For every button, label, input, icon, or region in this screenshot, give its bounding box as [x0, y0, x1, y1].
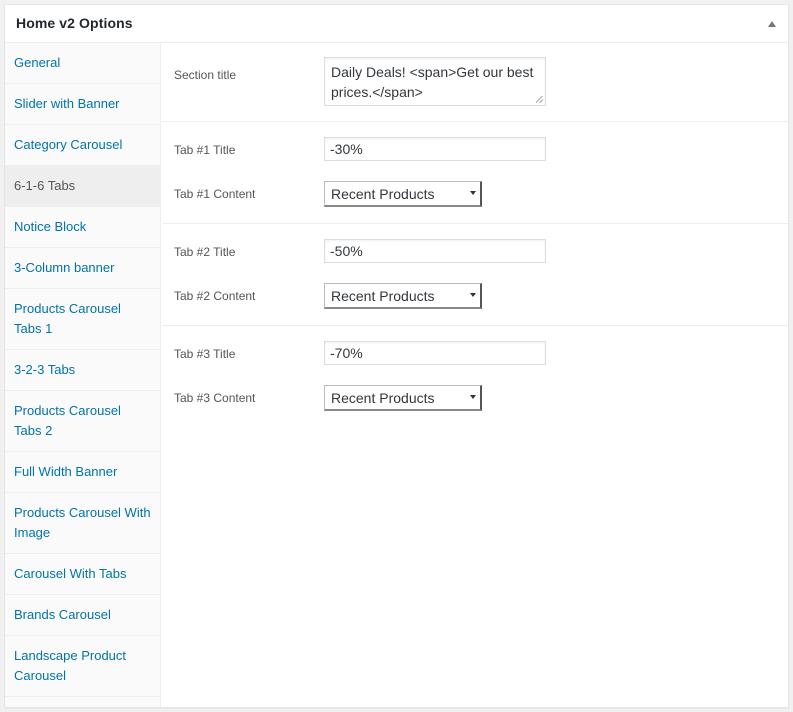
tab-3-2-3-tabs[interactable]: 3-2-3 Tabs — [5, 350, 160, 391]
chevron-down-icon — [470, 395, 476, 399]
tab-category-carousel[interactable]: Category Carousel — [5, 125, 160, 166]
collapse-arrow-icon[interactable] — [768, 21, 776, 27]
tab-landscape-product-carousel[interactable]: Landscape Product Carousel — [5, 636, 160, 697]
tab-2-title-label: Tab #2 Title — [174, 245, 236, 259]
tab-slider-with-banner[interactable]: Slider with Banner — [5, 84, 160, 125]
tab-3-group: Tab #3 Title -70% Tab #3 Content Recent … — [162, 326, 788, 428]
tab-3-content-select[interactable]: Recent Products — [324, 385, 482, 411]
tab-2-title-input[interactable]: -50% — [324, 239, 546, 263]
tab-3-content-value: Recent Products — [331, 390, 435, 406]
tab-3-content-label: Tab #3 Content — [174, 391, 256, 405]
chevron-down-icon — [470, 293, 476, 297]
tab-1-group: Tab #1 Title -30% Tab #1 Content Recent … — [162, 122, 788, 224]
tab-1-title-label: Tab #1 Title — [174, 143, 236, 157]
tab-1-content-label: Tab #1 Content — [174, 187, 256, 201]
tab-1-content-select[interactable]: Recent Products — [324, 181, 482, 207]
metabox-title: Home v2 Options — [16, 15, 133, 31]
resize-grip-icon[interactable] — [536, 96, 543, 103]
tab-6-1-6-tabs[interactable]: 6-1-6 Tabs — [5, 166, 160, 207]
tab-2-content-value: Recent Products — [331, 288, 435, 304]
tab-2-content-select[interactable]: Recent Products — [324, 283, 482, 309]
tab-1-title-input[interactable]: -30% — [324, 137, 546, 161]
tab-products-carousel-tabs-2[interactable]: Products Carousel Tabs 2 — [5, 391, 160, 452]
metabox-inside: General Slider with Banner Category Caro… — [5, 43, 788, 707]
tab-full-width-banner[interactable]: Full Width Banner — [5, 452, 160, 493]
metabox-header: Home v2 Options — [5, 5, 788, 43]
tab-3-title-input[interactable]: -70% — [324, 341, 546, 365]
section-title-value: Daily Deals! <span>Get our best prices.<… — [331, 64, 534, 100]
tab-products-carousel-tabs-1[interactable]: Products Carousel Tabs 1 — [5, 289, 160, 350]
options-panel: Section title Daily Deals! <span>Get our… — [162, 43, 788, 707]
tab-1-content-value: Recent Products — [331, 186, 435, 202]
tab-2-content-label: Tab #2 Content — [174, 289, 256, 303]
tab-general[interactable]: General — [5, 43, 160, 84]
section-title-label: Section title — [174, 68, 237, 82]
options-tab-nav: General Slider with Banner Category Caro… — [5, 43, 161, 707]
chevron-down-icon — [470, 191, 476, 195]
tab-brands-carousel[interactable]: Brands Carousel — [5, 595, 160, 636]
tab-notice-block[interactable]: Notice Block — [5, 207, 160, 248]
tab-3-column-banner[interactable]: 3-Column banner — [5, 248, 160, 289]
tab-products-carousel-with-image[interactable]: Products Carousel With Image — [5, 493, 160, 554]
tab-3-title-label: Tab #3 Title — [174, 347, 236, 361]
tab-2-group: Tab #2 Title -50% Tab #2 Content Recent … — [162, 224, 788, 326]
tab-carousel-with-tabs[interactable]: Carousel With Tabs — [5, 554, 160, 595]
options-metabox: Home v2 Options General Slider with Bann… — [4, 4, 789, 708]
section-title-textarea[interactable]: Daily Deals! <span>Get our best prices.<… — [324, 57, 546, 106]
section-title-group: Section title Daily Deals! <span>Get our… — [162, 43, 788, 122]
